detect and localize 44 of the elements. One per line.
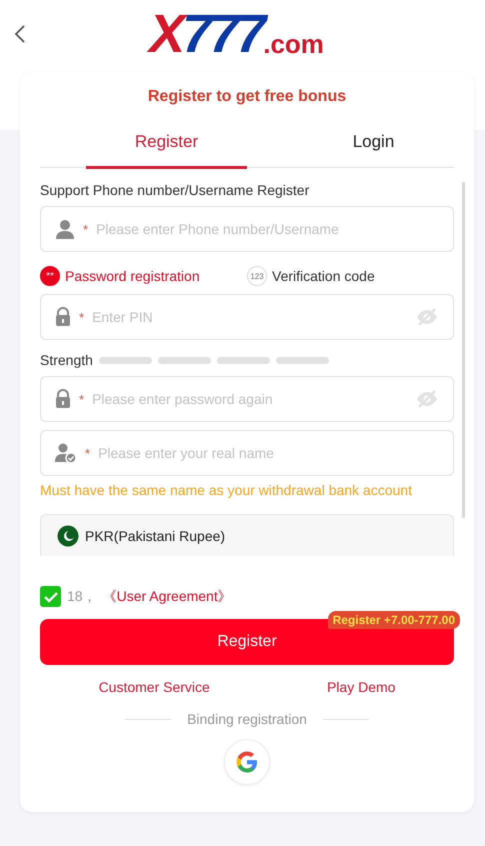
footer-link[interactable]: Customer Service [98, 679, 210, 695]
tab[interactable]: Login [293, 126, 454, 169]
eye-off-icon[interactable] [415, 307, 439, 327]
mode-option[interactable]: ** Password registration [40, 266, 247, 286]
agreement-link[interactable]: 《User Agreement》 [102, 588, 232, 606]
google-icon [234, 749, 260, 775]
logo: X777.com [28, 7, 445, 61]
required-mark: * [83, 222, 88, 236]
strength-segment [276, 356, 329, 364]
input-field[interactable]: * Please enter your real name [40, 430, 454, 476]
input-field[interactable]: * Please enter password again [40, 376, 454, 422]
strength-label: Strength [40, 352, 93, 368]
strength-segment [98, 356, 152, 364]
checkbox[interactable] [40, 586, 61, 607]
placeholder-text: Enter PIN [92, 309, 154, 325]
google-button[interactable] [224, 739, 270, 785]
scrollbar[interactable] [462, 182, 465, 518]
required-mark: * [79, 310, 84, 324]
required-mark: * [85, 446, 90, 460]
user-check-icon [55, 443, 77, 463]
footer-link[interactable]: Play Demo [326, 679, 396, 695]
currency-select[interactable]: PKR(Pakistani Rupee) [40, 514, 454, 556]
required-mark: * [79, 392, 84, 406]
placeholder-text: Please enter password again [92, 391, 274, 407]
tab[interactable]: Register [86, 126, 247, 169]
field-label: Support Phone number/Username Register [40, 182, 310, 198]
lock-icon [55, 307, 71, 327]
placeholder-text: Please enter your real name [98, 445, 275, 461]
hint-text: Must have the same name as your withdrawal bank account [40, 482, 413, 498]
user-icon [55, 219, 75, 239]
placeholder-text: Please enter Phone number/Username [96, 221, 340, 237]
checkmark-icon [44, 590, 58, 602]
strength-segment [158, 356, 211, 364]
lock-icon [55, 389, 71, 409]
mode-option[interactable]: 123 Verification code [247, 266, 454, 286]
bonus-badge: Register +7.00-777.00 [328, 611, 460, 629]
promo-text: Register to get free bonus [146, 88, 348, 106]
input-field[interactable]: * Please enter Phone number/Username [40, 206, 454, 252]
flag-icon [57, 524, 79, 546]
strength-segment [216, 356, 270, 364]
binding-label: Binding registration [187, 711, 307, 727]
age-text: 18， [67, 588, 97, 606]
input-field[interactable]: * Enter PIN [40, 294, 454, 340]
eye-off-icon[interactable] [415, 389, 439, 409]
